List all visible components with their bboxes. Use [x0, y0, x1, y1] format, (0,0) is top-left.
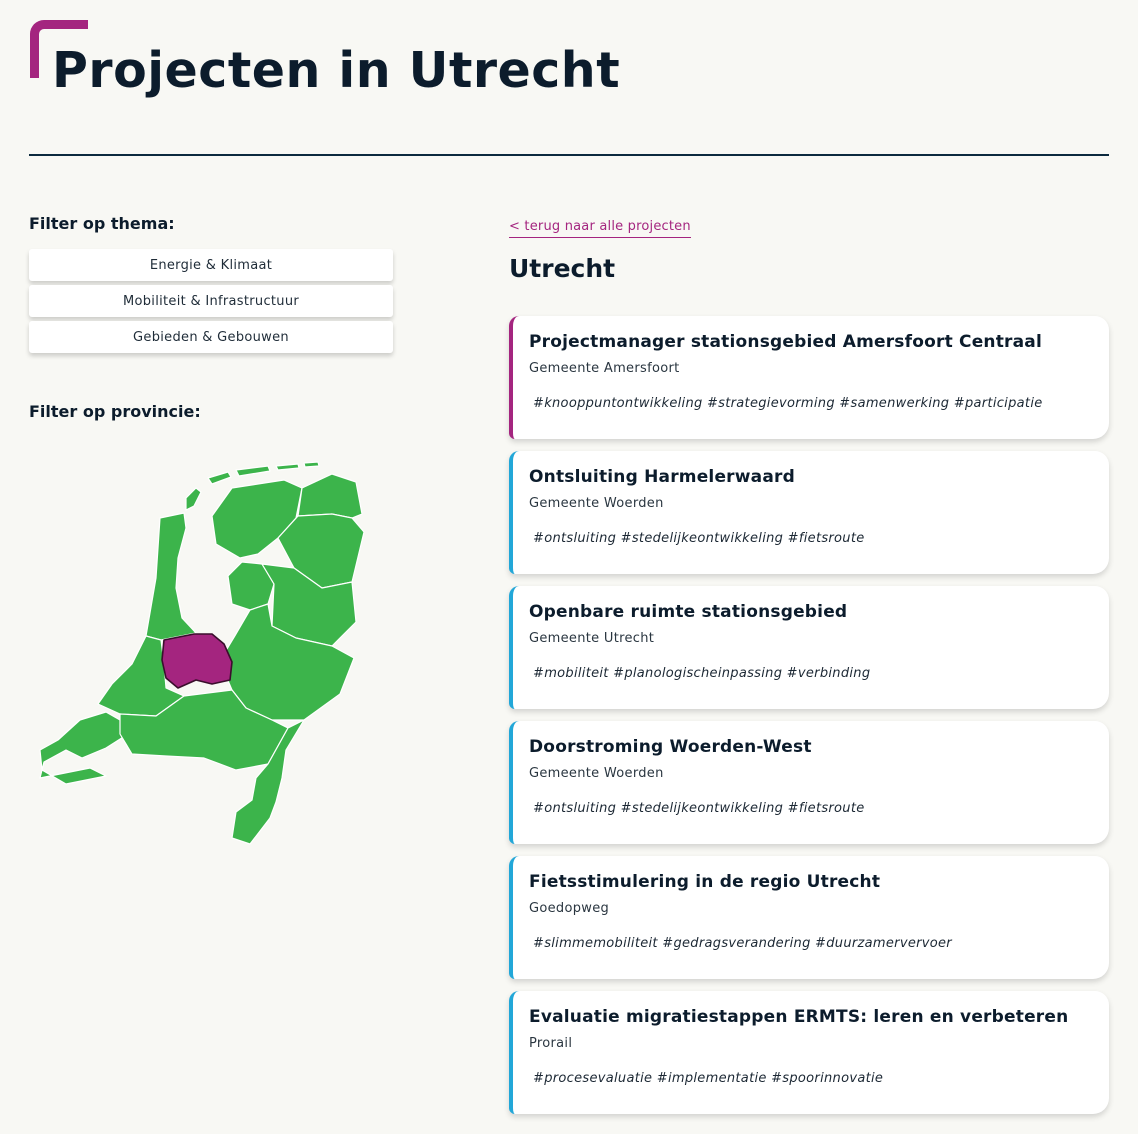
page-title: Projecten in Utrecht: [52, 42, 621, 99]
island-texel: [185, 487, 202, 511]
theme-filter-list: Energie & Klimaat Mobiliteit & Infrastru…: [29, 249, 393, 357]
project-list: Projectmanager stationsgebied Amersfoort…: [509, 316, 1109, 1126]
project-card[interactable]: Ontsluiting Harmelerwaard Gemeente Woerd…: [509, 451, 1109, 574]
project-organisation: Gemeente Amersfoort: [529, 361, 680, 376]
island-vlieland: [207, 471, 232, 485]
project-card[interactable]: Fietsstimulering in de regio Utrecht Goe…: [509, 856, 1109, 979]
project-tags: #knooppuntontwikkeling #strategievorming…: [533, 396, 1043, 411]
province-noord-holland[interactable]: [145, 512, 197, 641]
project-title: Evaluatie migratiestappen ERMTS: leren e…: [529, 1007, 1069, 1027]
province-zeeland[interactable]: [39, 711, 129, 785]
island-terschelling: [235, 465, 271, 477]
project-title: Projectmanager stationsgebied Amersfoort…: [529, 332, 1043, 352]
province-filter-heading: Filter op provincie:: [29, 402, 201, 421]
project-title: Doorstroming Woerden-West: [529, 737, 812, 757]
province-groningen[interactable]: [297, 473, 363, 519]
project-tags: #ontsluiting #stedelijkeontwikkeling #fi…: [533, 801, 865, 816]
island-schiermonnikoog: [303, 461, 320, 468]
theme-filter-heading: Filter op thema:: [29, 214, 175, 233]
project-organisation: Gemeente Utrecht: [529, 631, 655, 646]
project-title: Ontsluiting Harmelerwaard: [529, 467, 795, 487]
project-tags: #mobiliteit #planologischeinpassing #ver…: [533, 666, 871, 681]
project-card[interactable]: Doorstroming Woerden-West Gemeente Woerd…: [509, 721, 1109, 844]
project-card[interactable]: Openbare ruimte stationsgebied Gemeente …: [509, 586, 1109, 709]
project-organisation: Prorail: [529, 1036, 573, 1051]
theme-filter-energie[interactable]: Energie & Klimaat: [29, 249, 393, 281]
province-utrecht[interactable]: [161, 633, 233, 689]
project-tags: #ontsluiting #stedelijkeontwikkeling #fi…: [533, 531, 865, 546]
project-card[interactable]: Projectmanager stationsgebied Amersfoort…: [509, 316, 1109, 439]
project-tags: #procesevaluatie #implementatie #spoorin…: [533, 1071, 884, 1086]
results-heading: Utrecht: [509, 254, 616, 283]
netherlands-province-map: [39, 461, 365, 845]
project-card[interactable]: Evaluatie migratiestappen ERMTS: leren e…: [509, 991, 1109, 1114]
project-tags: #slimmemobiliteit #gedragsverandering #d…: [533, 936, 952, 951]
header-divider: [29, 154, 1109, 156]
theme-filter-gebieden[interactable]: Gebieden & Gebouwen: [29, 321, 393, 353]
island-ameland: [275, 463, 300, 471]
back-to-all-projects-link[interactable]: < terug naar alle projecten: [509, 219, 691, 238]
project-title: Fietsstimulering in de regio Utrecht: [529, 872, 881, 892]
theme-filter-mobiliteit[interactable]: Mobiliteit & Infrastructuur: [29, 285, 393, 317]
project-title: Openbare ruimte stationsgebied: [529, 602, 848, 622]
project-organisation: Gemeente Woerden: [529, 496, 664, 511]
project-organisation: Goedopweg: [529, 901, 610, 916]
project-organisation: Gemeente Woerden: [529, 766, 664, 781]
